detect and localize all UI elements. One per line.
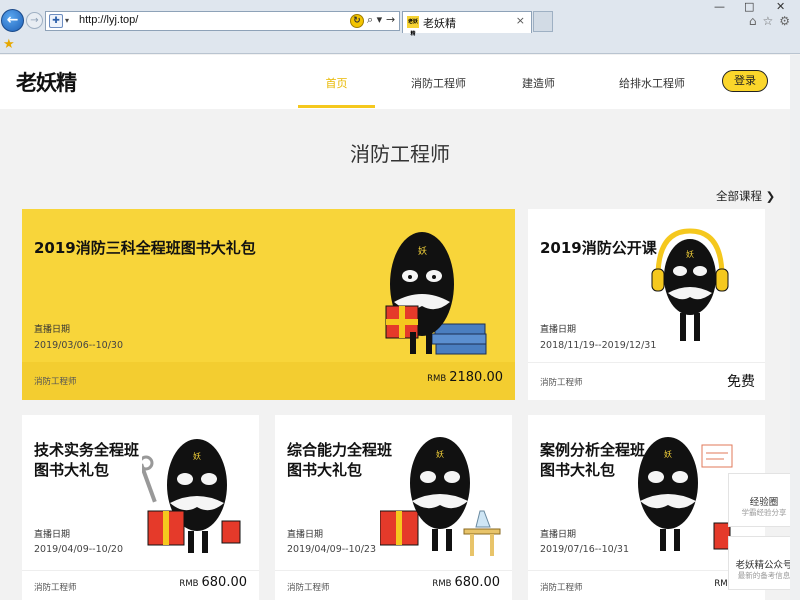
site-shield-icon: ✚: [49, 14, 63, 28]
course-price: RMB 2180.00: [427, 370, 503, 385]
mascot-with-document-icon: 妖: [638, 437, 733, 551]
minimize-icon[interactable]: —: [714, 0, 725, 13]
float-subtitle: 最新的备考信息: [737, 571, 791, 580]
course-card[interactable]: 技术实务全程班 图书大礼包 直播日期 2019/04/09--10/20 消防工…: [22, 415, 259, 600]
svg-text:妖: 妖: [436, 449, 444, 459]
all-courses-label: 全部课程: [716, 189, 762, 203]
course-title: 2019消防公开课: [540, 239, 657, 257]
course-title: 技术实务全程班: [34, 441, 140, 459]
vertical-scrollbar[interactable]: [790, 55, 800, 600]
float-title: 经验圈: [749, 497, 779, 508]
course-title: 图书大礼包: [34, 461, 110, 479]
home-favorites-settings-icons[interactable]: ⌂☆⚙: [749, 14, 796, 28]
site-logo[interactable]: 老妖精: [16, 67, 77, 97]
float-subtitle: 学霸经验分享: [741, 508, 787, 517]
course-card[interactable]: 综合能力全程班 图书大礼包 直播日期 2019/04/09--10/23 消防工…: [275, 415, 512, 600]
site-header: 老妖精 首页 消防工程师 建造师 给排水工程师 登录: [0, 55, 800, 109]
mascot-with-headphones-icon: 妖: [651, 228, 729, 341]
back-arrow-icon: ←: [6, 12, 19, 28]
chevron-down-icon[interactable]: ▾: [65, 16, 69, 25]
search-icon[interactable]: ⌕ ▾: [367, 13, 382, 27]
all-courses-link[interactable]: 全部课程 ❯: [716, 188, 775, 204]
currency-label: RMB: [427, 374, 447, 384]
nav-item-fire-engineer[interactable]: 消防工程师: [400, 75, 477, 91]
login-button[interactable]: 登录: [722, 70, 768, 92]
course-price: RMB 680.00: [179, 575, 247, 590]
chevron-right-icon: ❯: [765, 189, 776, 203]
forward-arrow-icon: →: [30, 15, 39, 26]
mascot-with-gift-and-table-icon: 妖: [380, 437, 501, 556]
page-title: 消防工程师: [350, 142, 450, 166]
date-label: 直播日期: [34, 530, 71, 540]
compatibility-view-icon[interactable]: ↻: [350, 14, 364, 28]
nav-item-water-engineer[interactable]: 给排水工程师: [612, 75, 692, 91]
svg-text:妖: 妖: [418, 245, 427, 257]
float-title: 老妖精公众号: [735, 560, 793, 571]
price-value: 680.00: [454, 575, 501, 590]
browser-chrome: ← → ✚ ▾ http://lyj.top/ ↻ ⌕ ▾ → 老妖精 老妖精 …: [0, 0, 800, 54]
currency-label: RMB: [432, 579, 452, 589]
maximize-icon[interactable]: □: [744, 0, 754, 13]
new-tab-button[interactable]: [533, 11, 553, 32]
course-category: 消防工程师: [287, 583, 330, 593]
course-title: 图书大礼包: [287, 461, 363, 479]
course-category: 消防工程师: [34, 377, 77, 387]
course-card[interactable]: 2019消防三科全程班图书大礼包 直播日期 2019/03/06--10/30 …: [22, 209, 515, 400]
course-date: 2019/03/06--10/30: [34, 340, 123, 351]
svg-text:妖: 妖: [686, 249, 694, 259]
currency-label: RMB: [179, 579, 199, 589]
course-date: 2019/07/16--10/31: [540, 544, 629, 555]
course-date: 2018/11/19--2019/12/31: [540, 340, 657, 351]
nav-active-indicator: [298, 105, 375, 108]
go-icon[interactable]: →: [386, 13, 395, 26]
mascot-with-wrench-icon: 妖: [142, 439, 241, 553]
date-label: 直播日期: [540, 325, 577, 335]
forward-button[interactable]: →: [26, 12, 43, 29]
address-bar[interactable]: ✚ ▾ http://lyj.top/ ↻ ⌕ ▾ →: [45, 11, 400, 31]
experience-circle-widget[interactable]: 经验圈 学霸经验分享: [728, 473, 798, 527]
wechat-account-widget[interactable]: 老妖精公众号 最新的备考信息: [728, 536, 798, 590]
course-price: 免费: [727, 374, 755, 390]
favorites-star-icon[interactable]: ★: [3, 37, 15, 52]
back-button[interactable]: ←: [1, 9, 24, 32]
nav-item-constructor[interactable]: 建造师: [500, 75, 577, 91]
browser-tab[interactable]: 老妖精 老妖精 ×: [402, 11, 532, 37]
nav-item-home[interactable]: 首页: [298, 75, 375, 91]
card-footer: 消防工程师 免费: [528, 362, 765, 400]
card-footer: 消防工程师 RMB 680.00: [22, 570, 259, 600]
price-value: 2180.00: [449, 370, 503, 385]
course-title: 图书大礼包: [540, 461, 616, 479]
price-value: 680.00: [201, 575, 248, 590]
course-date: 2019/04/09--10/20: [34, 544, 123, 555]
course-card[interactable]: 2019消防公开课 直播日期 2018/11/19--2019/12/31 消防…: [528, 209, 765, 400]
tab-title: 老妖精: [423, 17, 456, 30]
course-date: 2019/04/09--10/23: [287, 544, 376, 555]
date-label: 直播日期: [540, 530, 577, 540]
course-category: 消防工程师: [34, 583, 77, 593]
card-footer: 消防工程师 RMB 2180.00: [22, 362, 515, 400]
course-title: 2019消防三科全程班图书大礼包: [34, 239, 256, 257]
tab-favicon-icon: 老妖精: [407, 16, 419, 37]
close-icon[interactable]: ×: [516, 14, 525, 27]
url-text[interactable]: http://lyj.top/: [79, 14, 138, 26]
svg-text:妖: 妖: [664, 449, 672, 459]
date-label: 直播日期: [34, 325, 71, 335]
date-label: 直播日期: [287, 530, 324, 540]
card-footer: 消防工程师 RMB 680.00: [275, 570, 512, 600]
course-title: 综合能力全程班: [287, 441, 393, 459]
svg-text:妖: 妖: [193, 451, 201, 461]
course-price: RMB 680.00: [432, 575, 500, 590]
course-category: 消防工程师: [540, 378, 583, 388]
window-close-icon[interactable]: ✕: [776, 0, 785, 13]
mascot-with-gift-and-books-icon: 妖: [385, 232, 487, 355]
course-category: 消防工程师: [540, 583, 583, 593]
